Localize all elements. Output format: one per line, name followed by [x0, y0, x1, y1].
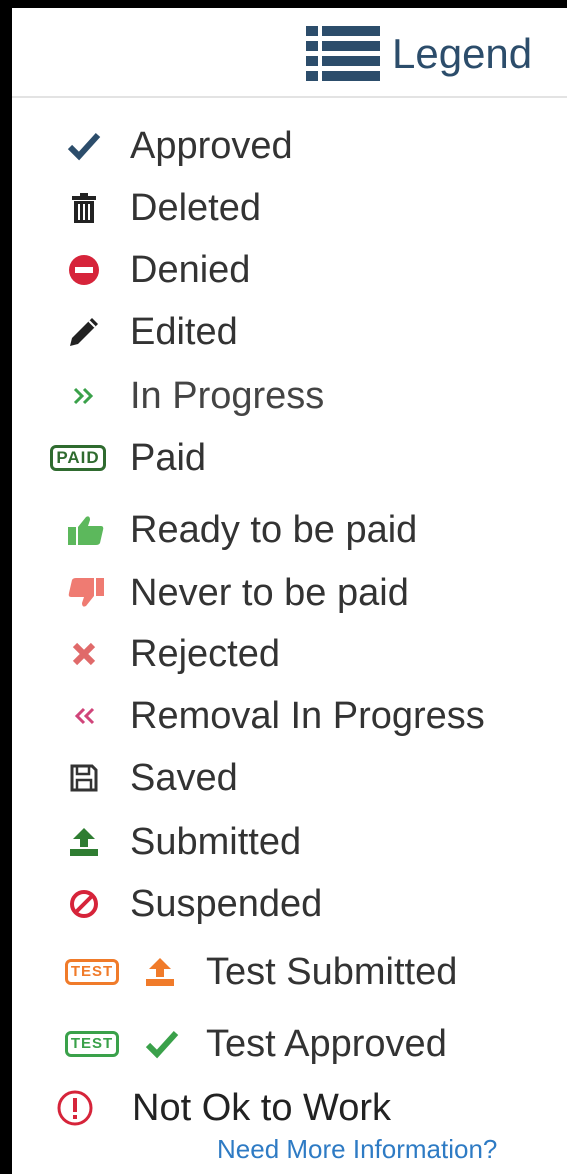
legend-item-test-approved: TEST Test Approved: [12, 1016, 567, 1072]
legend-item-denied: Denied: [12, 242, 567, 298]
test-badge: TEST: [64, 959, 120, 985]
thumbs-up-icon: [64, 502, 108, 558]
legend-item-label: Paid: [130, 437, 207, 479]
list-icon: [306, 26, 380, 81]
test-badge-icon: TEST: [52, 944, 132, 1000]
need-more-information-link[interactable]: Need More Information?: [217, 1134, 497, 1165]
legend-item-label: Saved: [130, 757, 238, 799]
legend-header: Legend: [12, 8, 567, 98]
legend-item-label: Test Approved: [206, 1023, 447, 1065]
legend-item-removal-in-progress: Removal In Progress: [12, 688, 567, 744]
floppy-disk-icon: [64, 750, 104, 806]
paid-badge-icon: PAID: [38, 430, 118, 486]
legend-item-label: Edited: [130, 311, 238, 353]
check-icon: [140, 1016, 184, 1072]
legend-item-in-progress: In Progress: [12, 368, 567, 424]
legend-title: Legend: [392, 30, 533, 77]
legend-item-label: Denied: [130, 249, 251, 291]
test-badge-icon: TEST: [52, 1016, 132, 1072]
legend-item-paid: PAID Paid: [12, 430, 567, 486]
legend-item-never-to-be-paid: Never to be paid: [12, 565, 567, 621]
double-chevron-left-icon: [64, 688, 104, 744]
legend-item-saved: Saved: [12, 750, 567, 806]
legend-item-label: Submitted: [130, 821, 302, 863]
legend-item-label: Suspended: [130, 883, 323, 925]
ban-icon: [64, 876, 104, 932]
legend-item-label: Approved: [130, 125, 293, 167]
legend-item-label: Test Submitted: [206, 951, 458, 993]
legend-item-label: Removal In Progress: [130, 695, 485, 737]
legend-item-test-submitted: TEST Test Submitted: [12, 944, 567, 1000]
paid-badge: PAID: [50, 445, 106, 471]
legend-item-rejected: Rejected: [12, 626, 567, 682]
thumbs-down-icon: [64, 565, 108, 621]
legend-item-label: In Progress: [130, 375, 325, 417]
legend-panel: Legend Approved Deleted Denied Edited In…: [12, 8, 567, 1174]
minus-circle-icon: [64, 242, 104, 298]
legend-item-ready-to-be-paid: Ready to be paid: [12, 502, 567, 558]
upload-icon: [64, 814, 104, 870]
exclamation-circle-icon: [52, 1080, 98, 1136]
legend-item-label: Ready to be paid: [130, 509, 418, 551]
legend-item-label: Rejected: [130, 633, 280, 675]
test-badge: TEST: [64, 1031, 120, 1057]
trash-icon: [64, 180, 104, 236]
pencil-icon: [64, 304, 104, 360]
legend-item-deleted: Deleted: [12, 180, 567, 236]
legend-item-not-ok-to-work: Not Ok to Work: [12, 1080, 567, 1136]
upload-icon: [138, 944, 182, 1000]
legend-item-suspended: Suspended: [12, 876, 567, 932]
x-icon: [64, 626, 104, 682]
double-chevron-right-icon: [64, 368, 104, 424]
legend-item-approved: Approved: [12, 118, 567, 174]
legend-item-submitted: Submitted: [12, 814, 567, 870]
check-icon: [62, 118, 106, 174]
legend-item-edited: Edited: [12, 304, 567, 360]
legend-item-label: Never to be paid: [130, 572, 409, 614]
legend-item-label: Not Ok to Work: [132, 1087, 392, 1129]
legend-item-label: Deleted: [130, 187, 261, 229]
